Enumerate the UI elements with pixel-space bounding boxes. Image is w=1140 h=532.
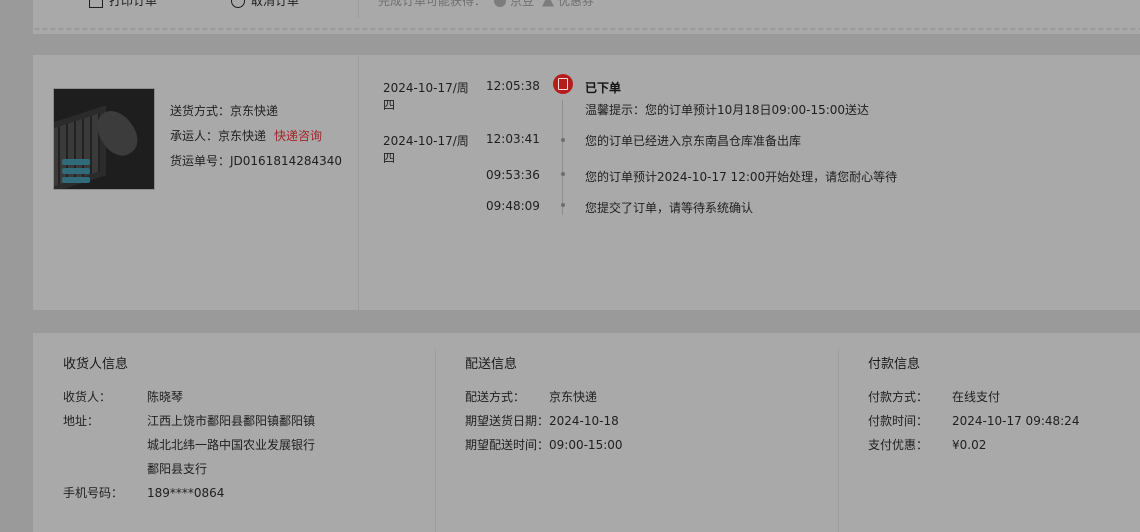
receiver-title: 收货人信息 — [63, 357, 129, 372]
payment-title: 付款信息 — [868, 357, 921, 372]
delivery-title: 配送信息 — [465, 357, 518, 372]
delivery-date-value: 2024-10-18 — [549, 414, 619, 428]
receiver-phone-value: 189****0864 — [147, 486, 225, 500]
order-actions-bar: 打印订单 取消订单 完成订单可能获得： 京豆 优惠券 — [33, 0, 1140, 30]
payment-discount-row: 支付优惠： ¥0.02 — [868, 433, 1079, 457]
payment-method-row: 付款方式： 在线支付 — [868, 385, 1079, 409]
delivery-method-key: 配送方式： — [465, 390, 526, 404]
shipment-info: 送货方式：京东快递 承运人：京东快递 快递咨询 货运单号：JD0161814284… — [170, 99, 342, 174]
coupon-icon — [542, 0, 555, 7]
payment-discount-value: ¥0.02 — [952, 438, 987, 452]
receiver-phone-row: 手机号码： 189****0864 — [63, 481, 315, 505]
event-note: 温馨提示：您的订单预计10月18日09:00-15:00送达 — [585, 103, 870, 117]
timeline-dot — [561, 138, 565, 142]
express-inquiry-link[interactable]: 快递咨询 — [274, 129, 322, 143]
printer-icon — [89, 0, 103, 8]
order-info-panel: 收货人信息 收货人： 陈晓琴 地址： 江西上饶市鄱阳县鄱阳镇鄱阳镇 城北北纬一路… — [33, 333, 1140, 532]
payment-time-key: 付款时间： — [868, 414, 929, 428]
delivery-date-key: 期望送货日期： — [465, 414, 550, 428]
payment-info: 付款信息 付款方式： 在线支付 付款时间： 2024-10-17 09:48:2… — [868, 353, 1079, 457]
event-text: 您的订单预计2024-10-17 12:00开始处理，请您耐心等待 — [585, 170, 898, 184]
payment-method-value: 在线支付 — [952, 390, 1001, 404]
delivery-time-row: 期望配送时间： 09:00-15:00 — [465, 433, 623, 457]
receiver-phone-key: 手机号码： — [63, 486, 124, 500]
event-time: 12:05:38 — [486, 79, 540, 93]
receiver-info: 收货人信息 收货人： 陈晓琴 地址： 江西上饶市鄱阳县鄱阳镇鄱阳镇 城北北纬一路… — [63, 353, 315, 505]
tracking-number: 货运单号：JD0161814284340 — [170, 154, 343, 168]
shipment-divider — [358, 55, 359, 310]
coupon-label: 优惠券 — [558, 0, 595, 8]
receiver-address-row: 地址： 江西上饶市鄱阳县鄱阳镇鄱阳镇 — [63, 409, 315, 433]
receiver-name-row: 收货人： 陈晓琴 — [63, 385, 315, 409]
rewards-note-text: 完成订单可能获得： — [378, 0, 487, 8]
event-date: 2024-10-17/周四 — [383, 134, 469, 165]
bean-reward: 京豆 — [494, 0, 534, 9]
wavy-divider — [33, 28, 1140, 34]
delivery-date-row: 期望送货日期： 2024-10-18 — [465, 409, 623, 433]
event-text: 您的订单已经进入京东南昌仓库准备出库 — [585, 134, 802, 148]
carrier-label: 承运人：京东快递 — [170, 129, 267, 143]
event-time: 09:53:36 — [486, 168, 540, 182]
delivery-info: 配送信息 配送方式： 京东快递 期望送货日期： 2024-10-18 期望配送时… — [465, 353, 623, 457]
delivery-method: 送货方式：京东快递 — [170, 104, 279, 118]
receiver-address-line1: 江西上饶市鄱阳县鄱阳镇鄱阳镇 — [147, 414, 316, 428]
receiver-name-key: 收货人： — [63, 390, 112, 404]
delivery-method-row: 配送方式： 京东快递 — [465, 385, 623, 409]
info-divider — [838, 349, 839, 532]
bean-icon — [494, 0, 507, 7]
payment-method-key: 付款方式： — [868, 390, 929, 404]
timeline-dot — [561, 172, 565, 176]
payment-discount-key: 支付优惠： — [868, 438, 929, 452]
print-order-label: 打印订单 — [109, 0, 158, 8]
event-text: 您提交了订单，请等待系统确认 — [585, 201, 754, 215]
payment-time-row: 付款时间： 2024-10-17 09:48:24 — [868, 409, 1079, 433]
receiver-address-row: 城北北纬一路中国农业发展银行 — [63, 433, 315, 457]
order-placed-icon — [553, 74, 573, 94]
thumbnail-tags — [62, 159, 90, 183]
receiver-name-value: 陈晓琴 — [147, 390, 184, 404]
event-time: 09:48:09 — [486, 199, 540, 213]
timeline-line — [562, 100, 563, 215]
receiver-address-row: 鄱阳县支行 — [63, 457, 315, 481]
receiver-address-line3: 鄱阳县支行 — [147, 462, 208, 476]
timeline-dot — [561, 203, 565, 207]
toolbar-divider — [358, 0, 359, 18]
print-order-button[interactable]: 打印订单 — [89, 0, 157, 9]
delivery-time-key: 期望配送时间： — [465, 438, 550, 452]
cancel-order-button[interactable]: 取消订单 — [231, 0, 299, 9]
event-title: 已下单 — [585, 81, 622, 95]
rewards-note: 完成订单可能获得： 京豆 优惠券 — [378, 0, 594, 9]
delivery-method-value: 京东快递 — [549, 390, 598, 404]
cancel-order-label: 取消订单 — [251, 0, 300, 8]
event-date: 2024-10-17/周四 — [383, 81, 469, 112]
payment-time-value: 2024-10-17 09:48:24 — [952, 414, 1080, 428]
bean-label: 京豆 — [510, 0, 535, 8]
shipment-panel: 送货方式：京东快递 承运人：京东快递 快递咨询 货运单号：JD0161814284… — [33, 55, 1140, 310]
receiver-address-key: 地址： — [63, 414, 100, 428]
receiver-address-line2: 城北北纬一路中国农业发展银行 — [147, 438, 316, 452]
coupon-reward: 优惠券 — [542, 0, 594, 9]
event-time: 12:03:41 — [486, 132, 540, 146]
cancel-circle-icon — [231, 0, 245, 8]
carrier-row: 承运人：京东快递 快递咨询 — [170, 124, 342, 149]
product-thumbnail[interactable] — [53, 88, 155, 190]
delivery-time-value: 09:00-15:00 — [549, 438, 623, 452]
info-divider — [435, 349, 436, 532]
